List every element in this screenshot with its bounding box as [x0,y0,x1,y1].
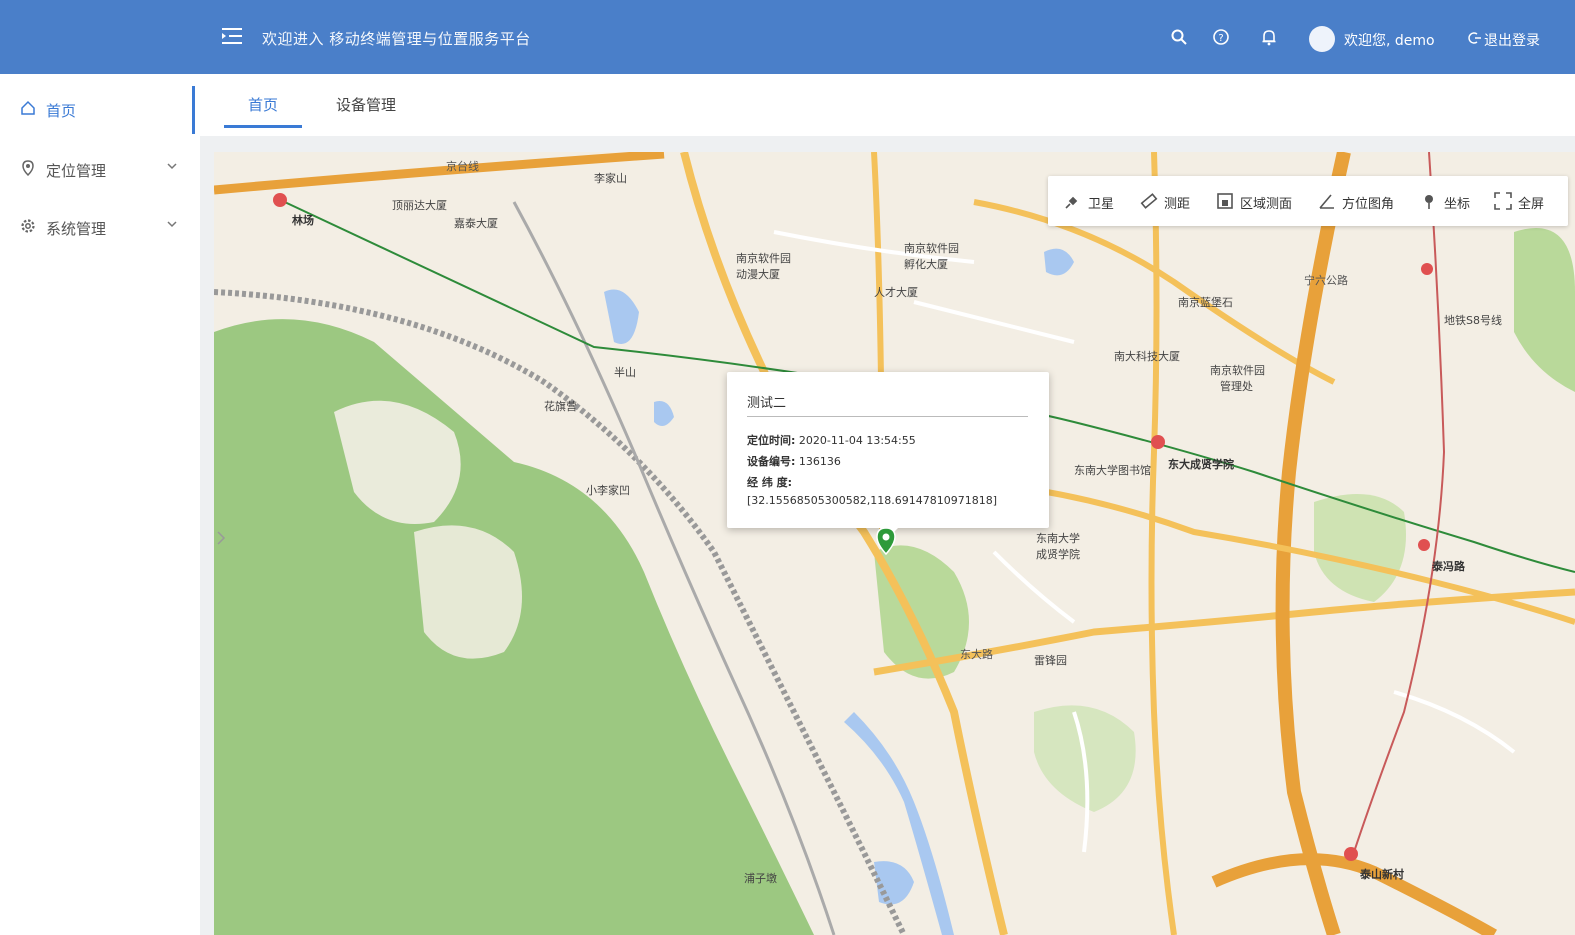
popup-divider [747,416,1028,417]
map-label: 成贤学院 [1036,548,1080,561]
help-icon[interactable]: ? [1212,28,1230,46]
popup-row-coord-label: 经 纬 度: [747,474,792,490]
map-label: 宁六公路 [1304,274,1348,287]
tool-label: 卫星 [1088,197,1115,212]
top-header-bar: 欢迎进入 移动终端管理与位置服务平台 ? 欢迎您, demo 退出登录 [0,0,1575,74]
map-label: 孵化大厦 [904,258,948,271]
map-label: 小李家凹 [586,484,630,497]
satellite-icon [1065,196,1078,209]
map-label: 泰冯路 [1432,560,1465,573]
sidebar-item-label: 定位管理 [46,162,107,180]
map-label: 嘉泰大厦 [454,217,498,230]
tool-bearing[interactable]: 方位图角 [1318,190,1402,212]
sidebar-item-label: 首页 [46,102,77,120]
active-tab-underline [224,125,302,128]
map-label: 东南大学 [1036,532,1080,545]
sidebar-item-home[interactable]: 首页 [0,86,200,134]
tool-label: 区域测面 [1240,197,1293,212]
tab-home[interactable]: 首页 [248,94,278,115]
map-label: 京台线 [446,160,479,173]
active-indicator [192,86,195,134]
user-greeting[interactable]: 欢迎您, demo [1344,30,1435,50]
angle-icon [1319,194,1334,209]
map-label: 南京软件园 [904,242,959,255]
tool-label: 坐标 [1444,197,1471,212]
tool-measure-distance[interactable]: 测距 [1140,190,1198,212]
menu-fold-icon[interactable] [220,24,244,48]
map-label: 浦子墩 [744,872,777,885]
chevron-down-icon [167,221,177,228]
map-label: 花旗营 [544,400,577,413]
map-label: 南京软件园 [736,252,791,265]
map-label: 东大成贤学院 [1168,458,1234,471]
map-label: 东大路 [960,648,993,661]
avatar[interactable] [1309,26,1335,52]
search-icon[interactable] [1170,28,1188,46]
tool-label: 全屏 [1518,197,1545,212]
location-icon [22,160,34,176]
tab-device-management[interactable]: 设备管理 [336,94,396,115]
map-marker-icon[interactable] [876,527,896,555]
popup-value: 2020-11-04 13:54:55 [798,434,916,447]
sidebar-item-system[interactable]: 系统管理 [0,210,200,246]
sidebar-item-label: 系统管理 [46,220,107,238]
popup-label: 设备编号: [747,455,796,468]
fullscreen-icon [1494,192,1512,210]
tool-satellite[interactable]: 卫星 [1064,190,1122,212]
sidebar-item-location[interactable]: 定位管理 [0,152,200,188]
map-label: 林场 [292,214,314,227]
popup-label: 经 纬 度: [747,476,793,489]
map-label: 雷锋园 [1034,654,1067,667]
map-label: 人才大厦 [874,286,918,299]
map-label: 管理处 [1220,380,1253,393]
sidebar: 首页 定位管理 系统管理 [0,74,201,935]
welcome-title: 欢迎进入 移动终端管理与位置服务平台 [262,30,531,48]
popup-value: [32.15568505300582,118.69147810971818] [747,494,998,507]
gear-icon [21,219,35,233]
logout-label: 退出登录 [1484,33,1540,49]
map-label: 动漫大厦 [736,268,780,281]
pin-icon [1425,195,1433,209]
map-label: 南京软件园 [1210,364,1265,377]
tool-fullscreen[interactable]: 全屏 [1494,190,1554,212]
map-label: 南大科技大厦 [1114,350,1180,363]
tool-coordinate[interactable]: 坐标 [1420,190,1478,212]
popup-label: 定位时间: [747,434,796,447]
tool-measure-area[interactable]: 区域测面 [1216,190,1300,212]
popup-row-time: 定位时间: 2020-11-04 13:54:55 [747,432,916,448]
map-label: 泰山新村 [1360,868,1404,881]
ruler-icon [1140,193,1158,209]
chevron-down-icon [167,163,177,170]
map-label: 南京蓝堡石 [1178,296,1233,309]
popup-value: 136136 [798,455,841,468]
bell-icon[interactable] [1260,28,1278,46]
svg-text:?: ? [1218,33,1223,44]
popup-title: 测试二 [747,396,787,411]
area-icon [1217,193,1233,209]
map-label: 地铁S8号线 [1444,314,1502,327]
popup-row-coord-value: [32.15568505300582,118.69147810971818] [747,494,997,507]
map-label: 半山 [614,366,636,379]
popup-row-device: 设备编号: 136136 [747,453,841,469]
map-toolbar: 卫星 测距 区域测面 方位图角 坐标 全屏 [1048,176,1568,226]
map-label: 东南大学图书馆 [1074,464,1151,477]
tab-bar: 首页 设备管理 [200,74,1575,137]
tool-label: 测距 [1164,197,1191,212]
tool-label: 方位图角 [1342,197,1395,212]
map-collapse-handle[interactable] [214,520,228,556]
map-label: 顶丽达大厦 [392,199,447,212]
device-info-popup: 测试二 定位时间: 2020-11-04 13:54:55 设备编号: 1361… [727,372,1049,537]
home-icon [21,100,35,115]
map-label: 李家山 [594,172,627,185]
logout-icon [1468,32,1481,44]
